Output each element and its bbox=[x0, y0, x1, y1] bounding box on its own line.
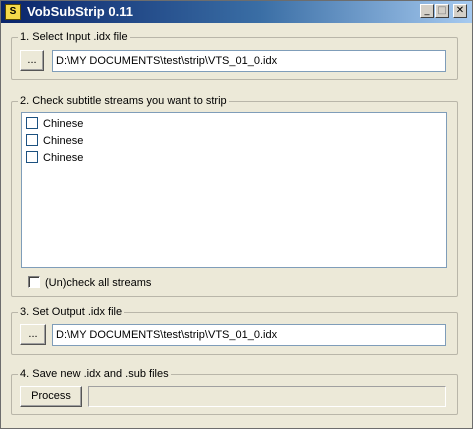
save-group-label: 4. Save new .idx and .sub files bbox=[18, 367, 171, 381]
stream-checkbox[interactable] bbox=[26, 117, 38, 130]
output-browse-button[interactable]: ... bbox=[20, 324, 46, 345]
minimize-button[interactable]: _ bbox=[420, 4, 434, 18]
close-button[interactable]: ✕ bbox=[453, 4, 467, 18]
input-file-group-label: 1. Select Input .idx file bbox=[18, 30, 130, 44]
process-button[interactable]: Process bbox=[20, 386, 82, 407]
stream-item[interactable]: Chinese bbox=[26, 117, 83, 133]
input-path-field[interactable]: D:\MY DOCUMENTS\test\strip\VTS_01_0.idx bbox=[52, 50, 446, 72]
check-all-toggle[interactable]: (Un)check all streams bbox=[28, 276, 151, 292]
save-group: 4. Save new .idx and .sub files Process bbox=[11, 367, 458, 415]
stream-label: Chinese bbox=[43, 152, 84, 164]
stream-item[interactable]: Chinese bbox=[26, 151, 83, 167]
streams-group: 2. Check subtitle streams you want to st… bbox=[11, 94, 458, 297]
title-bar[interactable]: S VobSubStrip 0.11 _ □ ✕ bbox=[1, 1, 472, 23]
stream-checkbox[interactable] bbox=[26, 134, 38, 147]
progress-bar bbox=[88, 386, 446, 407]
maximize-button[interactable]: □ bbox=[435, 4, 449, 18]
streams-list[interactable]: Chinese Chinese Chinese bbox=[21, 112, 447, 268]
input-browse-button[interactable]: ... bbox=[20, 50, 44, 71]
check-all-label: (Un)check all streams bbox=[45, 277, 152, 289]
input-file-group: 1. Select Input .idx file ... D:\MY DOCU… bbox=[11, 30, 458, 80]
main-window: S VobSubStrip 0.11 _ □ ✕ 1. Select Input… bbox=[0, 0, 473, 429]
check-all-checkbox[interactable] bbox=[28, 276, 40, 289]
stream-checkbox[interactable] bbox=[26, 151, 38, 164]
stream-label: Chinese bbox=[43, 135, 84, 147]
output-file-group: 3. Set Output .idx file ... D:\MY DOCUME… bbox=[11, 305, 458, 355]
output-file-group-label: 3. Set Output .idx file bbox=[18, 305, 125, 319]
output-path-field[interactable]: D:\MY DOCUMENTS\test\strip\VTS_01_0.idx bbox=[52, 324, 446, 346]
streams-group-label: 2. Check subtitle streams you want to st… bbox=[18, 94, 229, 108]
stream-item[interactable]: Chinese bbox=[26, 134, 83, 150]
stream-label: Chinese bbox=[43, 118, 84, 130]
app-icon: S bbox=[5, 4, 21, 20]
window-title: VobSubStrip 0.11 bbox=[27, 4, 133, 19]
